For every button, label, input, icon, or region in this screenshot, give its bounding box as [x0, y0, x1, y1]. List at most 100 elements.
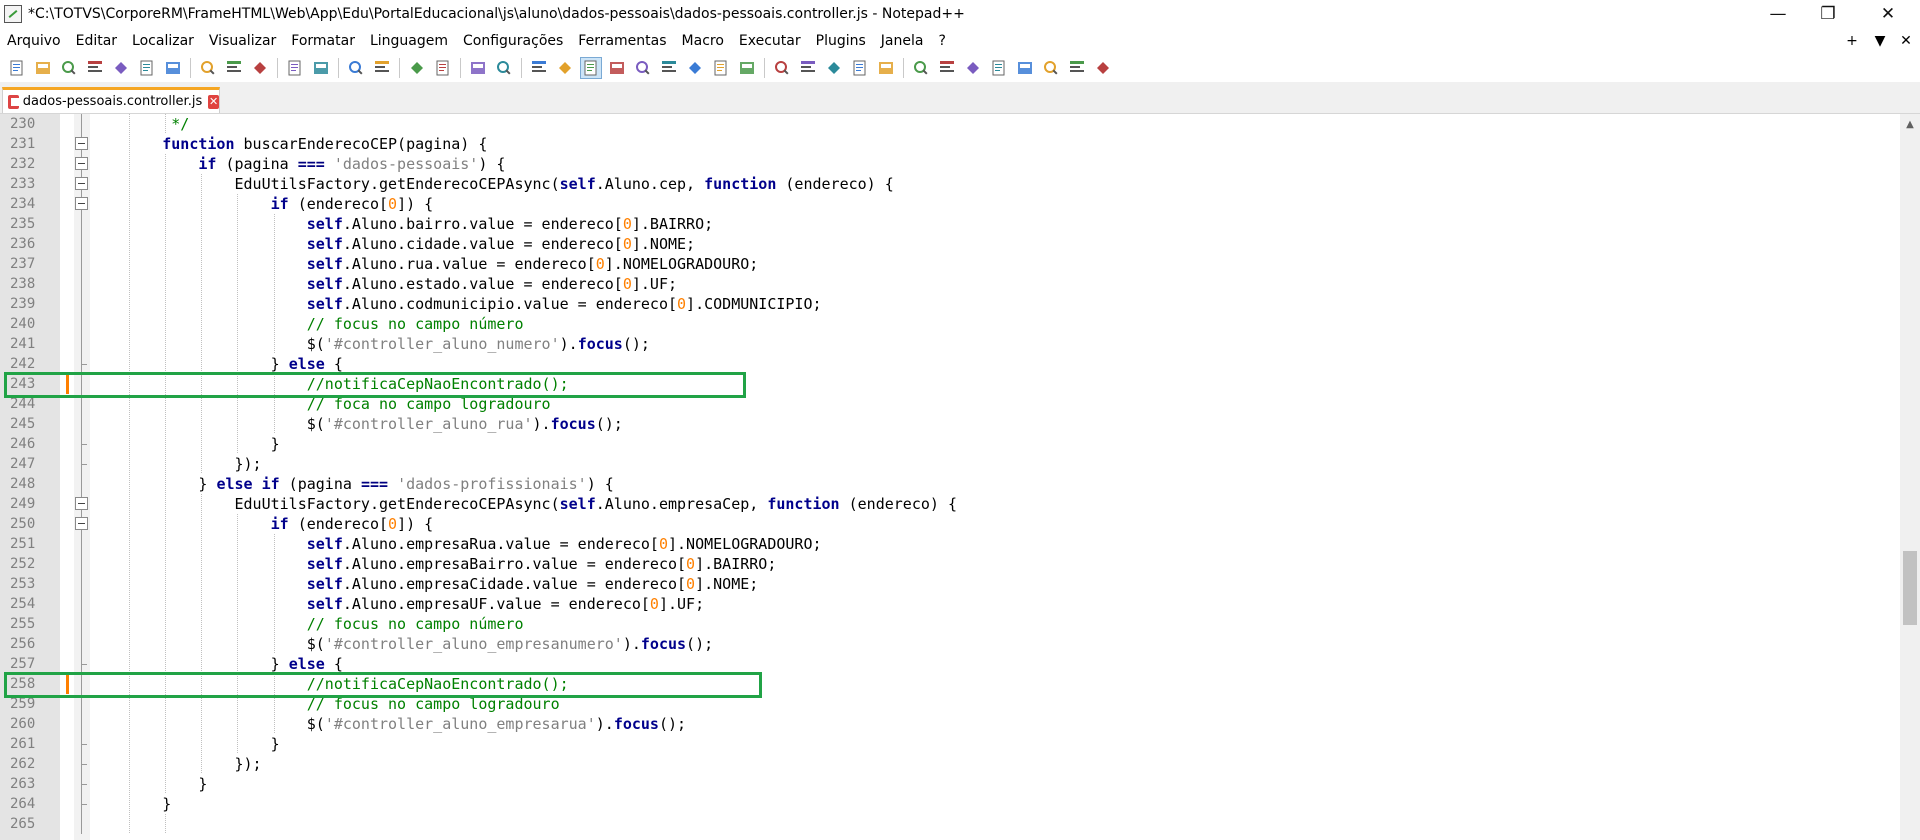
- word-wrap-icon[interactable]: [528, 57, 550, 79]
- close-all-icon[interactable]: [136, 57, 158, 79]
- line-number: 234: [10, 196, 36, 212]
- menu-help[interactable]: ?: [931, 28, 953, 54]
- diff-icon[interactable]: [962, 57, 984, 79]
- vertical-scrollbar[interactable]: ▲: [1900, 114, 1920, 840]
- scroll-up-arrow-icon[interactable]: ▲: [1900, 114, 1920, 134]
- menu-localizar[interactable]: Localizar: [125, 28, 202, 54]
- code-text: function buscarEnderecoCEP(pagina) {: [90, 134, 487, 154]
- new-file-icon[interactable]: [6, 57, 28, 79]
- indent-guide: [165, 814, 167, 834]
- line-number: 259: [10, 696, 36, 712]
- tab-list-dropdown-button[interactable]: ▼: [1868, 28, 1892, 54]
- redo-icon[interactable]: [310, 57, 332, 79]
- menu-formatar[interactable]: Formatar: [284, 28, 363, 54]
- code-token: .Aluno.empresaBairro.value = endereco[: [342, 555, 687, 573]
- new-tab-button[interactable]: +: [1840, 28, 1864, 54]
- code-line: 257 } else {: [0, 654, 1880, 674]
- menu-executar[interactable]: Executar: [732, 28, 809, 54]
- doc-list-icon[interactable]: [710, 57, 732, 79]
- code-text: self.Aluno.empresaUF.value = endereco[0]…: [90, 594, 704, 614]
- code-text: //notificaCepNaoEncontrado();: [90, 674, 569, 694]
- menu-arquivo[interactable]: Arquivo: [0, 28, 69, 54]
- menu-editar[interactable]: Editar: [69, 28, 125, 54]
- sync-horizontal-icon[interactable]: [493, 57, 515, 79]
- move-up-icon[interactable]: [1014, 57, 1036, 79]
- find-icon[interactable]: [345, 57, 367, 79]
- indent-guide-icon[interactable]: [580, 57, 602, 79]
- code-token: (endereco[: [288, 515, 389, 533]
- move-down-icon[interactable]: [1040, 57, 1062, 79]
- align-icon[interactable]: [988, 57, 1010, 79]
- copy-icon[interactable]: [223, 57, 245, 79]
- replace-icon[interactable]: [371, 57, 393, 79]
- code-token: $(: [90, 335, 325, 353]
- sort-icon[interactable]: [1066, 57, 1088, 79]
- user-lang-icon[interactable]: [606, 57, 628, 79]
- code-line: 264 }: [0, 794, 1880, 814]
- code-text: EduUtilsFactory.getEnderecoCEPAsync(self…: [90, 494, 957, 514]
- code-token: self: [306, 255, 343, 273]
- line-number: 258: [10, 676, 36, 692]
- monitoring-icon[interactable]: [736, 57, 758, 79]
- code-text: // focus no campo número: [90, 314, 524, 334]
- code-token: '#controller_aluno_rua': [324, 415, 533, 433]
- code-line: 247 });: [0, 454, 1880, 474]
- code-token: ].UF;: [658, 595, 705, 613]
- doc-map-icon[interactable]: [632, 57, 654, 79]
- run-macro-multiple-icon[interactable]: [849, 57, 871, 79]
- code-text: });: [90, 754, 261, 774]
- notepadpp-app-icon: [4, 5, 22, 23]
- code-token: self: [559, 495, 596, 513]
- line-number: 243: [10, 376, 36, 392]
- zoom-out-icon[interactable]: [432, 57, 454, 79]
- stop-macro-icon[interactable]: [797, 57, 819, 79]
- code-token: ].BAIRRO;: [695, 555, 777, 573]
- open-file-icon[interactable]: [32, 57, 54, 79]
- minimize-button[interactable]: —: [1750, 0, 1806, 28]
- function-list-icon[interactable]: [658, 57, 680, 79]
- menu-visualizar[interactable]: Visualizar: [202, 28, 284, 54]
- menu-macro[interactable]: Macro: [675, 28, 732, 54]
- zoom-in-icon[interactable]: [406, 57, 428, 79]
- code-text: self.Aluno.empresaCidade.value = enderec…: [90, 574, 759, 594]
- tab-dados-pessoais-controller[interactable]: dados-pessoais.controller.js ✕: [2, 87, 220, 113]
- code-token: self: [306, 295, 343, 313]
- compare-icon[interactable]: [936, 57, 958, 79]
- folder-workspace-icon[interactable]: [684, 57, 706, 79]
- menu-linguagem[interactable]: Linguagem: [363, 28, 456, 54]
- print-icon[interactable]: [162, 57, 184, 79]
- undo-icon[interactable]: [284, 57, 306, 79]
- menu-ferramentas[interactable]: Ferramentas: [571, 28, 674, 54]
- paste-icon[interactable]: [249, 57, 271, 79]
- play-macro-icon[interactable]: [823, 57, 845, 79]
- save-all-icon[interactable]: [84, 57, 106, 79]
- bookmark-icon[interactable]: [910, 57, 932, 79]
- code-text: if (endereco[0]) {: [90, 194, 434, 214]
- save-macro-icon[interactable]: [875, 57, 897, 79]
- menu-janela[interactable]: Janela: [874, 28, 932, 54]
- code-token: 0: [622, 215, 632, 233]
- close-window-button[interactable]: ✕: [1860, 0, 1916, 28]
- code-token: }: [90, 355, 289, 373]
- sync-vertical-icon[interactable]: [467, 57, 489, 79]
- scroll-thumb[interactable]: [1903, 551, 1917, 625]
- code-editor[interactable]: 230 */231 function buscarEnderecoCEP(pag…: [0, 114, 1920, 840]
- show-all-chars-icon[interactable]: [554, 57, 576, 79]
- record-macro-icon[interactable]: [771, 57, 793, 79]
- tab-close-icon[interactable]: ✕: [208, 94, 219, 109]
- menu-configuracoes[interactable]: Configurações: [456, 28, 571, 54]
- restore-button[interactable]: ❐: [1800, 0, 1856, 28]
- cut-icon[interactable]: [197, 57, 219, 79]
- code-token: ].UF;: [631, 275, 678, 293]
- panel-icon[interactable]: [1092, 57, 1114, 79]
- close-icon[interactable]: [110, 57, 132, 79]
- menu-plugins[interactable]: Plugins: [809, 28, 874, 54]
- save-icon[interactable]: [58, 57, 80, 79]
- close-document-button[interactable]: ✕: [1894, 28, 1918, 54]
- code-text: self.Aluno.empresaRua.value = endereco[0…: [90, 534, 822, 554]
